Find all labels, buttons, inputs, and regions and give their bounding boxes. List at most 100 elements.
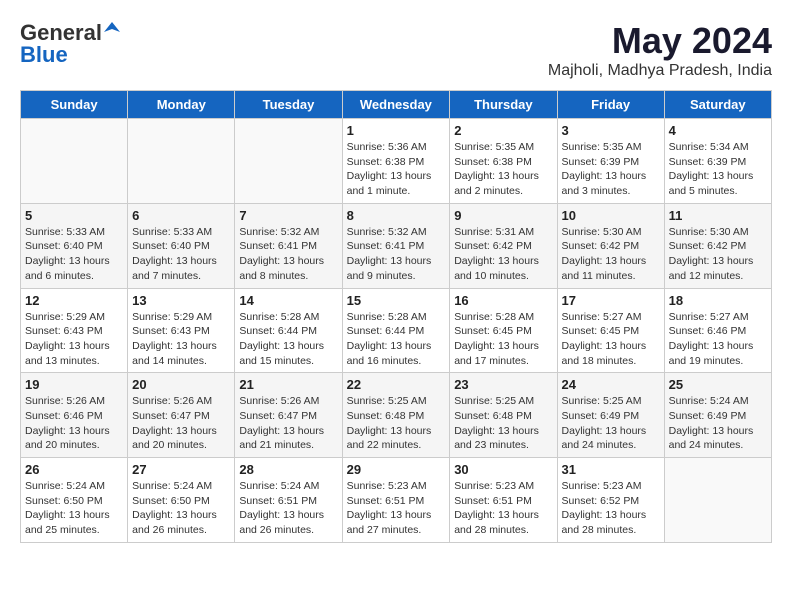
day-number: 24 bbox=[562, 377, 660, 392]
day-info: Sunrise: 5:23 AMSunset: 6:51 PMDaylight:… bbox=[454, 479, 552, 538]
day-number: 11 bbox=[669, 208, 767, 223]
calendar-cell: 8 Sunrise: 5:32 AMSunset: 6:41 PMDaylight… bbox=[342, 203, 450, 288]
calendar-week-5: 26 Sunrise: 5:24 AMSunset: 6:50 PMDayligh… bbox=[21, 458, 772, 543]
day-info: Sunrise: 5:27 AMSunset: 6:45 PMDaylight:… bbox=[562, 310, 660, 369]
calendar-cell: 23Sunrise: 5:25 AMSunset: 6:48 PMDayligh… bbox=[450, 373, 557, 458]
weekday-header-friday: Friday bbox=[557, 91, 664, 119]
calendar-cell: 30 Sunrise: 5:23 AMSunset: 6:51 PMDayligh… bbox=[450, 458, 557, 543]
calendar-cell: 9 Sunrise: 5:31 AMSunset: 6:42 PMDaylight… bbox=[450, 203, 557, 288]
month-title: May 2024 bbox=[548, 20, 772, 62]
day-info: Sunrise: 5:30 AMSunset: 6:42 PMDaylight:… bbox=[669, 225, 767, 284]
calendar-week-3: 12 Sunrise: 5:29 AMSunset: 6:43 PMDayligh… bbox=[21, 288, 772, 373]
calendar-cell: 14 Sunrise: 5:28 AMSunset: 6:44 PMDayligh… bbox=[235, 288, 342, 373]
day-number: 23 bbox=[454, 377, 552, 392]
day-number: 19 bbox=[25, 377, 123, 392]
calendar-cell: 16 Sunrise: 5:28 AMSunset: 6:45 PMDayligh… bbox=[450, 288, 557, 373]
weekday-header-wednesday: Wednesday bbox=[342, 91, 450, 119]
weekday-header-row: SundayMondayTuesdayWednesdayThursdayFrid… bbox=[21, 91, 772, 119]
day-info: Sunrise: 5:36 AMSunset: 6:38 PMDaylight:… bbox=[347, 140, 446, 199]
calendar-cell bbox=[664, 458, 771, 543]
calendar-cell: 15Sunrise: 5:28 AMSunset: 6:44 PMDayligh… bbox=[342, 288, 450, 373]
calendar-cell bbox=[21, 119, 128, 204]
calendar-cell: 19 Sunrise: 5:26 AMSunset: 6:46 PMDayligh… bbox=[21, 373, 128, 458]
day-info: Sunrise: 5:32 AMSunset: 6:41 PMDaylight:… bbox=[347, 225, 446, 284]
calendar-week-2: 5Sunrise: 5:33 AMSunset: 6:40 PMDaylight… bbox=[21, 203, 772, 288]
calendar-cell: 17 Sunrise: 5:27 AMSunset: 6:45 PMDayligh… bbox=[557, 288, 664, 373]
calendar-cell: 4Sunrise: 5:34 AMSunset: 6:39 PMDaylight… bbox=[664, 119, 771, 204]
calendar-cell: 20Sunrise: 5:26 AMSunset: 6:47 PMDayligh… bbox=[128, 373, 235, 458]
weekday-header-tuesday: Tuesday bbox=[235, 91, 342, 119]
day-number: 15 bbox=[347, 293, 446, 308]
calendar-week-1: 1 Sunrise: 5:36 AMSunset: 6:38 PMDaylight… bbox=[21, 119, 772, 204]
day-info: Sunrise: 5:35 AMSunset: 6:39 PMDaylight:… bbox=[562, 140, 660, 199]
calendar-cell: 18Sunrise: 5:27 AMSunset: 6:46 PMDayligh… bbox=[664, 288, 771, 373]
calendar-cell: 13 Sunrise: 5:29 AMSunset: 6:43 PMDayligh… bbox=[128, 288, 235, 373]
day-number: 31 bbox=[562, 462, 660, 477]
day-number: 14 bbox=[239, 293, 337, 308]
day-info: Sunrise: 5:29 AMSunset: 6:43 PMDaylight:… bbox=[132, 310, 230, 369]
day-number: 2 bbox=[454, 123, 552, 138]
day-info: Sunrise: 5:24 AMSunset: 6:50 PMDaylight:… bbox=[25, 479, 123, 538]
calendar-cell: 25 Sunrise: 5:24 AMSunset: 6:49 PMDayligh… bbox=[664, 373, 771, 458]
day-info: Sunrise: 5:31 AMSunset: 6:42 PMDaylight:… bbox=[454, 225, 552, 284]
day-info: Sunrise: 5:29 AMSunset: 6:43 PMDaylight:… bbox=[25, 310, 123, 369]
calendar-cell: 29 Sunrise: 5:23 AMSunset: 6:51 PMDayligh… bbox=[342, 458, 450, 543]
calendar-cell: 22 Sunrise: 5:25 AMSunset: 6:48 PMDayligh… bbox=[342, 373, 450, 458]
day-info: Sunrise: 5:30 AMSunset: 6:42 PMDaylight:… bbox=[562, 225, 660, 284]
day-number: 8 bbox=[347, 208, 446, 223]
calendar-table: SundayMondayTuesdayWednesdayThursdayFrid… bbox=[20, 90, 772, 543]
calendar-cell: 5Sunrise: 5:33 AMSunset: 6:40 PMDaylight… bbox=[21, 203, 128, 288]
weekday-header-sunday: Sunday bbox=[21, 91, 128, 119]
day-number: 29 bbox=[347, 462, 446, 477]
day-number: 13 bbox=[132, 293, 230, 308]
day-number: 21 bbox=[239, 377, 337, 392]
calendar-cell: 12 Sunrise: 5:29 AMSunset: 6:43 PMDayligh… bbox=[21, 288, 128, 373]
day-info: Sunrise: 5:25 AMSunset: 6:48 PMDaylight:… bbox=[347, 394, 446, 453]
calendar-cell: 6Sunrise: 5:33 AMSunset: 6:40 PMDaylight… bbox=[128, 203, 235, 288]
day-number: 9 bbox=[454, 208, 552, 223]
day-number: 25 bbox=[669, 377, 767, 392]
day-number: 28 bbox=[239, 462, 337, 477]
day-number: 10 bbox=[562, 208, 660, 223]
title-area: May 2024 Majholi, Madhya Pradesh, India bbox=[548, 20, 772, 80]
day-number: 12 bbox=[25, 293, 123, 308]
day-number: 7 bbox=[239, 208, 337, 223]
weekday-header-monday: Monday bbox=[128, 91, 235, 119]
calendar-cell: 27 Sunrise: 5:24 AMSunset: 6:50 PMDayligh… bbox=[128, 458, 235, 543]
calendar-cell: 7 Sunrise: 5:32 AMSunset: 6:41 PMDaylight… bbox=[235, 203, 342, 288]
logo: General Blue bbox=[20, 20, 122, 68]
calendar-cell: 21 Sunrise: 5:26 AMSunset: 6:47 PMDayligh… bbox=[235, 373, 342, 458]
logo-bird-icon bbox=[102, 20, 122, 40]
day-info: Sunrise: 5:28 AMSunset: 6:45 PMDaylight:… bbox=[454, 310, 552, 369]
day-number: 30 bbox=[454, 462, 552, 477]
calendar-cell bbox=[128, 119, 235, 204]
day-info: Sunrise: 5:33 AMSunset: 6:40 PMDaylight:… bbox=[132, 225, 230, 284]
day-info: Sunrise: 5:32 AMSunset: 6:41 PMDaylight:… bbox=[239, 225, 337, 284]
calendar-cell: 28Sunrise: 5:24 AMSunset: 6:51 PMDayligh… bbox=[235, 458, 342, 543]
day-info: Sunrise: 5:24 AMSunset: 6:50 PMDaylight:… bbox=[132, 479, 230, 538]
day-number: 27 bbox=[132, 462, 230, 477]
day-number: 16 bbox=[454, 293, 552, 308]
day-number: 26 bbox=[25, 462, 123, 477]
page-header: General Blue May 2024 Majholi, Madhya Pr… bbox=[20, 20, 772, 80]
weekday-header-thursday: Thursday bbox=[450, 91, 557, 119]
day-number: 1 bbox=[347, 123, 446, 138]
calendar-cell bbox=[235, 119, 342, 204]
calendar-cell: 3 Sunrise: 5:35 AMSunset: 6:39 PMDaylight… bbox=[557, 119, 664, 204]
calendar-cell: 31Sunrise: 5:23 AMSunset: 6:52 PMDayligh… bbox=[557, 458, 664, 543]
weekday-header-saturday: Saturday bbox=[664, 91, 771, 119]
day-info: Sunrise: 5:26 AMSunset: 6:47 PMDaylight:… bbox=[132, 394, 230, 453]
day-number: 22 bbox=[347, 377, 446, 392]
day-number: 17 bbox=[562, 293, 660, 308]
day-info: Sunrise: 5:24 AMSunset: 6:49 PMDaylight:… bbox=[669, 394, 767, 453]
day-info: Sunrise: 5:35 AMSunset: 6:38 PMDaylight:… bbox=[454, 140, 552, 199]
day-info: Sunrise: 5:28 AMSunset: 6:44 PMDaylight:… bbox=[239, 310, 337, 369]
day-info: Sunrise: 5:26 AMSunset: 6:46 PMDaylight:… bbox=[25, 394, 123, 453]
day-number: 4 bbox=[669, 123, 767, 138]
day-info: Sunrise: 5:23 AMSunset: 6:51 PMDaylight:… bbox=[347, 479, 446, 538]
logo-blue-text: Blue bbox=[20, 42, 68, 67]
day-info: Sunrise: 5:27 AMSunset: 6:46 PMDaylight:… bbox=[669, 310, 767, 369]
calendar-cell: 11 Sunrise: 5:30 AMSunset: 6:42 PMDayligh… bbox=[664, 203, 771, 288]
day-info: Sunrise: 5:26 AMSunset: 6:47 PMDaylight:… bbox=[239, 394, 337, 453]
day-number: 3 bbox=[562, 123, 660, 138]
